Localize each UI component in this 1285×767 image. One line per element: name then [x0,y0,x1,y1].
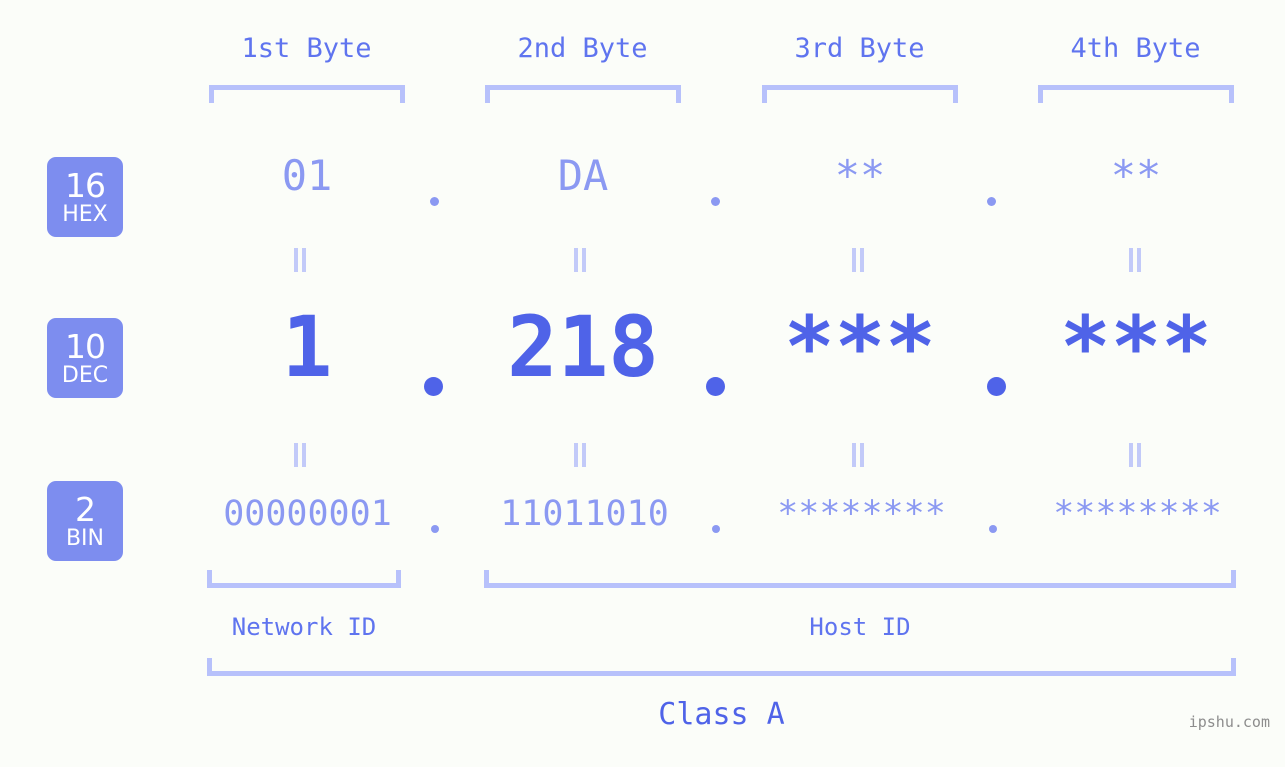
radix-badge-hex-number: 16 [65,165,106,205]
dec-byte-4: *** [1060,298,1212,396]
dec-separator-1 [424,377,443,396]
host-id-label: Host ID [809,613,911,641]
ip-address-breakdown-diagram: 1st Byte 2nd Byte 3rd Byte 4th Byte 16 H… [0,0,1285,767]
dec-byte-1: 1 [281,298,333,396]
byte-header-4: 4th Byte [1070,33,1201,64]
network-id-label: Network ID [231,613,377,641]
bin-byte-3: ******** [777,494,946,534]
dec-byte-3: *** [784,298,936,396]
network-id-bracket [207,570,401,588]
equals-mark-hex-dec-4 [1128,248,1142,272]
dec-separator-2 [706,377,725,396]
hex-separator-1 [430,197,439,206]
equals-mark-dec-bin-2 [573,443,587,467]
host-id-bracket [484,570,1236,588]
byte-header-3: 3rd Byte [794,33,925,64]
radix-badge-hex-unit: HEX [62,201,108,227]
radix-badge-dec[interactable]: 10 DEC [47,318,123,398]
bin-byte-2: 11011010 [500,494,669,534]
byte-bracket-3 [762,85,958,103]
equals-mark-hex-dec-1 [293,248,307,272]
radix-badge-dec-number: 10 [65,326,106,366]
hex-byte-1: 01 [281,151,333,200]
dec-byte-2: 218 [507,298,659,396]
bin-byte-4: ******** [1053,494,1222,534]
byte-header-1: 1st Byte [241,33,372,64]
bin-separator-1 [431,525,439,533]
radix-badge-bin-unit: BIN [65,525,105,551]
byte-bracket-2 [485,85,681,103]
dec-separator-3 [987,377,1006,396]
class-label: Class A [658,697,785,732]
radix-badge-bin[interactable]: 2 BIN [47,481,123,561]
class-bracket [207,658,1236,676]
byte-bracket-4 [1038,85,1234,103]
equals-mark-dec-bin-4 [1128,443,1142,467]
equals-mark-hex-dec-2 [573,248,587,272]
hex-byte-3: ** [834,151,886,200]
equals-mark-hex-dec-3 [851,248,865,272]
byte-header-2: 2nd Byte [517,33,648,64]
bin-separator-2 [712,525,720,533]
bin-byte-1: 00000001 [223,494,392,534]
hex-separator-3 [987,197,996,206]
radix-badge-dec-unit: DEC [61,362,109,388]
radix-badge-bin-number: 2 [75,489,96,529]
hex-byte-4: ** [1110,151,1162,200]
hex-byte-2: DA [557,151,609,200]
byte-bracket-1 [209,85,405,103]
equals-mark-dec-bin-3 [851,443,865,467]
site-watermark: ipshu.com [1188,713,1270,731]
equals-mark-dec-bin-1 [293,443,307,467]
hex-separator-2 [711,197,720,206]
bin-separator-3 [989,525,997,533]
radix-badge-hex[interactable]: 16 HEX [47,157,123,237]
